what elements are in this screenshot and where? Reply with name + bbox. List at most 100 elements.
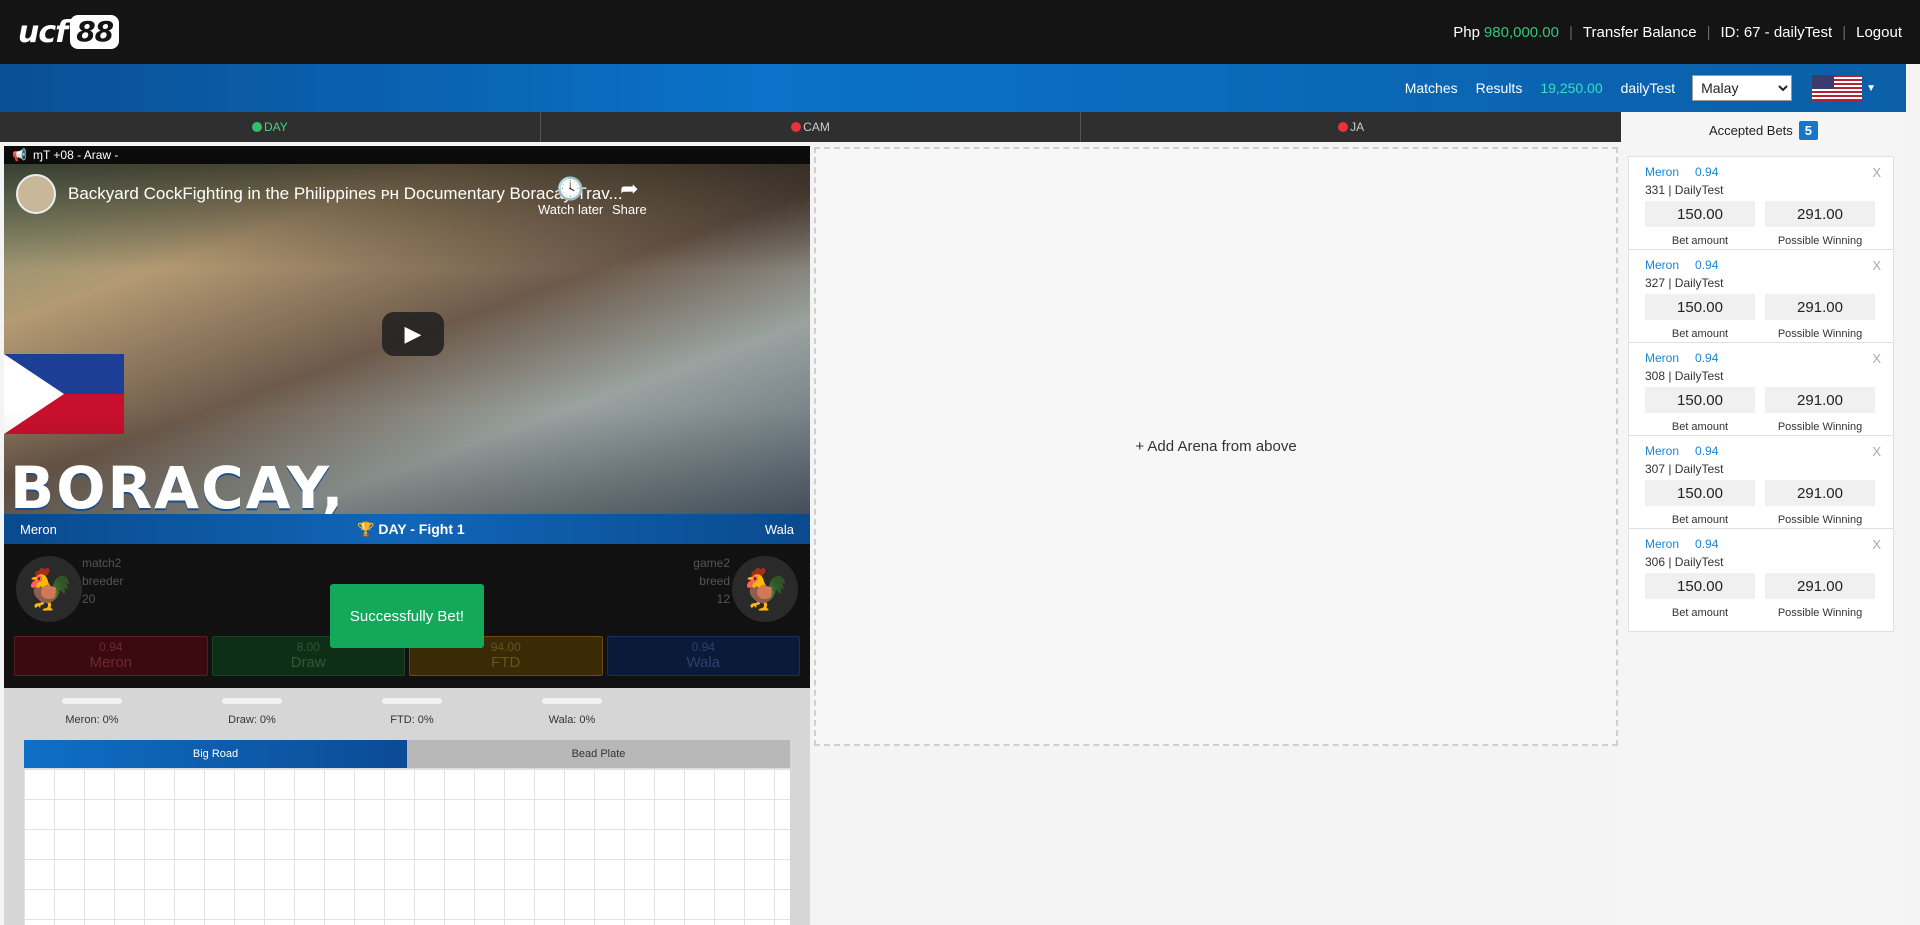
- language-select[interactable]: Malay: [1692, 75, 1793, 101]
- share-button[interactable]: ➦ Share: [612, 176, 647, 217]
- channel-avatar[interactable]: [16, 174, 56, 214]
- logo-text: ucf: [18, 14, 68, 50]
- accepted-count-badge: 5: [1798, 120, 1819, 140]
- road-tabs: Big Road Bead Plate: [24, 740, 790, 768]
- tab-day[interactable]: DAY: [0, 112, 541, 142]
- logo-number: 88: [70, 15, 120, 49]
- possible-winning-label: Possible Winning: [1777, 421, 1863, 433]
- bet-side: Meron 0.94: [1645, 351, 1719, 365]
- bet-card: Meron 0.94 X 331 | DailyTest 150.00 291.00 Bet…: [1628, 156, 1894, 260]
- possible-winning-value: 291.00: [1765, 387, 1875, 413]
- bet-meron-button[interactable]: 0.94 Meron: [14, 636, 208, 676]
- fight-title: 🏆 DAY - Fight 1: [357, 520, 465, 537]
- nav-matches[interactable]: Matches: [1405, 80, 1458, 96]
- video-title[interactable]: Backyard CockFighting in the Philippines…: [16, 174, 623, 214]
- clock-icon: 🕓: [556, 176, 585, 201]
- add-arena-dropzone[interactable]: + Add Arena from above: [814, 147, 1618, 746]
- bet-id: 307 | DailyTest: [1645, 462, 1724, 476]
- bet-amount-value: 150.00: [1645, 573, 1755, 599]
- bet-side: Meron 0.94: [1645, 444, 1719, 458]
- possible-winning-value: 291.00: [1765, 294, 1875, 320]
- video-overlay-text: BORACAY,: [10, 454, 346, 514]
- bet-card: Meron 0.94 X 308 | DailyTest 150.00 291.00 Bet…: [1628, 342, 1894, 446]
- play-icon: ▶: [404, 321, 422, 346]
- megaphone-icon: 📢: [12, 148, 27, 162]
- bet-amount-value: 150.00: [1645, 480, 1755, 506]
- bet-amount-label: Bet amount: [1671, 421, 1729, 433]
- accepted-bets-panel: Accepted Bets 5 Meron 0.94 X 331 | DailyTes…: [1621, 112, 1906, 925]
- video-header: 📢 ɱT +08 - Araw -: [4, 146, 810, 164]
- possible-winning-value: 291.00: [1765, 480, 1875, 506]
- possible-winning-value: 291.00: [1765, 573, 1875, 599]
- transfer-balance-link[interactable]: Transfer Balance: [1583, 24, 1697, 41]
- stats-panel: Meron: 0% Draw: 0% FTD: 0% Wala: 0% Big …: [4, 688, 810, 925]
- arena-panel: 📢 ɱT +08 - Araw - Backyard CockFighting …: [4, 146, 810, 925]
- logo[interactable]: ucf 88: [18, 14, 120, 50]
- logout-link[interactable]: Logout: [1856, 24, 1902, 41]
- rooster-icon: 🐓: [16, 556, 82, 622]
- bet-side: Meron 0.94: [1645, 258, 1719, 272]
- bet-amount-label: Bet amount: [1671, 328, 1729, 340]
- possible-winning-label: Possible Winning: [1777, 235, 1863, 247]
- possible-winning-label: Possible Winning: [1777, 514, 1863, 526]
- bet-wala-button[interactable]: 0.94 Wala: [606, 636, 800, 676]
- close-icon[interactable]: X: [1872, 165, 1881, 180]
- stat-meron: Meron: 0%: [42, 698, 142, 726]
- chevron-down-icon[interactable]: ▼: [1866, 83, 1876, 94]
- video-player: 📢 ɱT +08 - Araw - Backyard CockFighting …: [4, 146, 810, 688]
- top-bar: ucf 88 Php 980,000.00 | Transfer Balance…: [0, 0, 1920, 64]
- rooster-icon: 🐓: [732, 556, 798, 622]
- nav-bar: Matches Results 19,250.00 dailyTest Mala…: [0, 64, 1906, 112]
- bet-id: 308 | DailyTest: [1645, 369, 1724, 383]
- wala-info: game2 breed 12: [693, 556, 730, 606]
- status-dot-icon: [251, 122, 262, 132]
- stat-ftd: FTD: 0%: [362, 698, 462, 726]
- tab-bead-plate[interactable]: Bead Plate: [407, 740, 790, 768]
- bet-card: Meron 0.94 X 306 | DailyTest 150.00 291.00 Bet…: [1628, 528, 1894, 632]
- nav-results[interactable]: Results: [1476, 80, 1523, 96]
- credit-value: 19,250.00: [1540, 80, 1603, 96]
- bet-amount-value: 150.00: [1645, 201, 1755, 227]
- possible-winning-label: Possible Winning: [1777, 328, 1863, 340]
- tab-cam[interactable]: CAM: [541, 112, 1082, 142]
- stat-wala: Wala: 0%: [522, 698, 622, 726]
- close-icon[interactable]: X: [1872, 537, 1881, 552]
- close-icon[interactable]: X: [1872, 258, 1881, 273]
- bet-amount-value: 150.00: [1645, 387, 1755, 413]
- status-dot-icon: [1338, 122, 1349, 132]
- fight-bar: Meron 🏆 DAY - Fight 1 Wala: [4, 514, 810, 544]
- bet-amount-value: 150.00: [1645, 294, 1755, 320]
- possible-winning-label: Possible Winning: [1777, 607, 1863, 619]
- meron-info: match2 breeder 20: [82, 556, 124, 606]
- bet-id: 306 | DailyTest: [1645, 555, 1724, 569]
- stat-draw: Draw: 0%: [202, 698, 302, 726]
- video-frame[interactable]: Backyard CockFighting in the Philippines…: [4, 164, 810, 514]
- play-button[interactable]: ▶: [382, 312, 444, 356]
- arena-tabs: DAY CAM JA: [0, 112, 1621, 142]
- tab-ja[interactable]: JA: [1081, 112, 1621, 142]
- close-icon[interactable]: X: [1872, 351, 1881, 366]
- bet-id: 331 | DailyTest: [1645, 183, 1724, 197]
- bet-amount-label: Bet amount: [1671, 514, 1729, 526]
- currency-label: Php: [1453, 23, 1480, 41]
- us-flag-icon[interactable]: [1812, 75, 1863, 101]
- tab-big-road[interactable]: Big Road: [24, 740, 407, 768]
- bet-amount-label: Bet amount: [1671, 607, 1729, 619]
- accepted-bets-header: Accepted Bets 5: [1621, 112, 1906, 148]
- user-id-label: ID: 67 - dailyTest: [1720, 23, 1833, 41]
- bet-card: Meron 0.94 X 307 | DailyTest 150.00 291.00 Bet…: [1628, 435, 1894, 539]
- bet-card: Meron 0.94 X 327 | DailyTest 150.00 291.00 Bet…: [1628, 249, 1894, 353]
- bet-area: 🐓 match2 breeder 20 game2 breed 12 🐓 0.9…: [4, 544, 810, 688]
- bet-side: Meron 0.94: [1645, 537, 1719, 551]
- balance-value: 980,000.00: [1483, 23, 1559, 41]
- road-grid: [24, 768, 790, 925]
- bet-side: Meron 0.94: [1645, 165, 1719, 179]
- success-toast: Successfully Bet!: [330, 584, 484, 648]
- watch-later-button[interactable]: 🕓 Watch later: [538, 176, 603, 217]
- close-icon[interactable]: X: [1872, 444, 1881, 459]
- nav-username: dailyTest: [1620, 80, 1676, 96]
- meron-label: Meron: [20, 521, 57, 537]
- bet-id: 327 | DailyTest: [1645, 276, 1724, 290]
- account-links: Php 980,000.00 | Transfer Balance | ID: …: [1453, 23, 1902, 41]
- possible-winning-value: 291.00: [1765, 201, 1875, 227]
